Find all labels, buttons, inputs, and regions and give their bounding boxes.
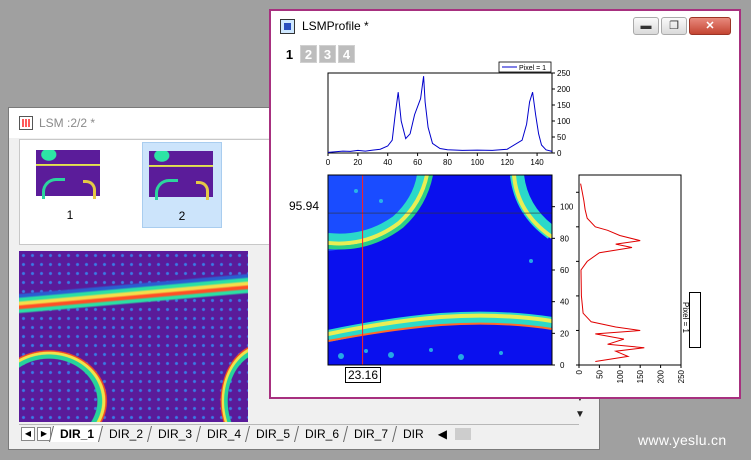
watermark: www.yeslu.cn [638, 432, 727, 448]
thumbnail-label: 2 [178, 209, 186, 223]
image-y-tick-label: 20 [560, 329, 569, 338]
side-x-tick-label: 50 [595, 369, 604, 378]
thumbnail-panel: 1 2 [19, 139, 271, 245]
horizontal-scrollbar[interactable]: ◀ [438, 427, 472, 441]
side-legend[interactable]: Pixel = 1 [681, 292, 701, 348]
top-plot-frame [327, 72, 553, 154]
matrix-book-icon [19, 116, 33, 130]
heatmap-image[interactable] [328, 175, 552, 365]
top-y-tick-label: 50 [557, 133, 566, 142]
side-plot-frame [578, 174, 682, 366]
top-profile-line [327, 76, 553, 153]
image-y-tick-label: 100 [560, 203, 574, 212]
top-x-tick-label: 80 [443, 158, 452, 167]
top-y-tick-label: 250 [557, 69, 571, 78]
top-legend-label: Pixel = 1 [519, 65, 546, 72]
top-x-tick-label: 140 [530, 158, 544, 167]
top-y-tick-label: 0 [557, 149, 562, 158]
side-x-tick-label: 150 [636, 369, 645, 383]
side-profile-line [580, 183, 645, 362]
crosshair-x-value[interactable]: 23.16 [345, 367, 382, 383]
profile-graph[interactable]: 0 20 40 60 80 100 120 140050100150200250Pixel =… [271, 11, 739, 397]
top-x-tick-label: 20 [353, 158, 362, 167]
top-x-tick-label: 60 [413, 158, 422, 167]
tab-dir-7[interactable]: DIR_7 [343, 425, 397, 442]
top-y-tick-label: 150 [557, 101, 571, 110]
tab-dir-8[interactable]: DIR [392, 425, 432, 442]
crosshair-y-value: 95.94 [289, 199, 320, 213]
side-x-tick-label: 100 [616, 369, 625, 383]
image-y-tick-label: 80 [560, 234, 569, 243]
top-x-tick-label: 0 [326, 158, 331, 167]
top-y-tick-label: 200 [557, 85, 571, 94]
scroll-thumb[interactable] [455, 427, 472, 440]
top-x-tick-label: 40 [383, 158, 392, 167]
tab-prev-icon[interactable]: ◀ [21, 426, 35, 441]
tab-dir-1[interactable]: DIR_1 [49, 425, 103, 442]
image-y-tick-label: 40 [560, 298, 569, 307]
image-y-tick-label: 0 [560, 361, 565, 370]
tab-dir-2[interactable]: DIR_2 [98, 425, 152, 442]
scroll-left-icon[interactable]: ◀ [438, 427, 447, 441]
scroll-down-icon[interactable]: ▼ [571, 409, 589, 425]
top-x-tick-label: 100 [471, 158, 485, 167]
lsm-title: LSM :2/2 * [39, 116, 96, 130]
sheet-tab-bar: ◀ ▶ DIR_1 DIR_2 DIR_3 DIR_4 DIR_5 DIR_6 … [19, 424, 579, 442]
tab-dir-4[interactable]: DIR_4 [196, 425, 250, 442]
side-x-tick-label: 0 [575, 369, 584, 374]
top-x-tick-label: 120 [501, 158, 515, 167]
thumbnail-1[interactable]: 1 [30, 142, 110, 228]
tab-dir-5[interactable]: DIR_5 [245, 425, 299, 442]
top-y-tick-label: 100 [557, 117, 571, 126]
side-x-tick-label: 200 [657, 369, 666, 383]
lsmprofile-window[interactable]: LSMProfile * ▬ ❐ ✕ 1 2 3 4 0 20 40 60 80… [269, 9, 741, 399]
thumbnail-2[interactable]: 2 [142, 142, 222, 228]
thumbnail-image [36, 150, 100, 199]
lsm-image-view[interactable] [19, 251, 248, 422]
tab-dir-3[interactable]: DIR_3 [147, 425, 201, 442]
side-x-tick-label: 250 [677, 369, 686, 383]
image-y-tick-label: 60 [560, 266, 569, 275]
thumbnail-image [149, 151, 213, 200]
thumbnail-label: 1 [66, 208, 74, 222]
tab-dir-6[interactable]: DIR_6 [294, 425, 348, 442]
